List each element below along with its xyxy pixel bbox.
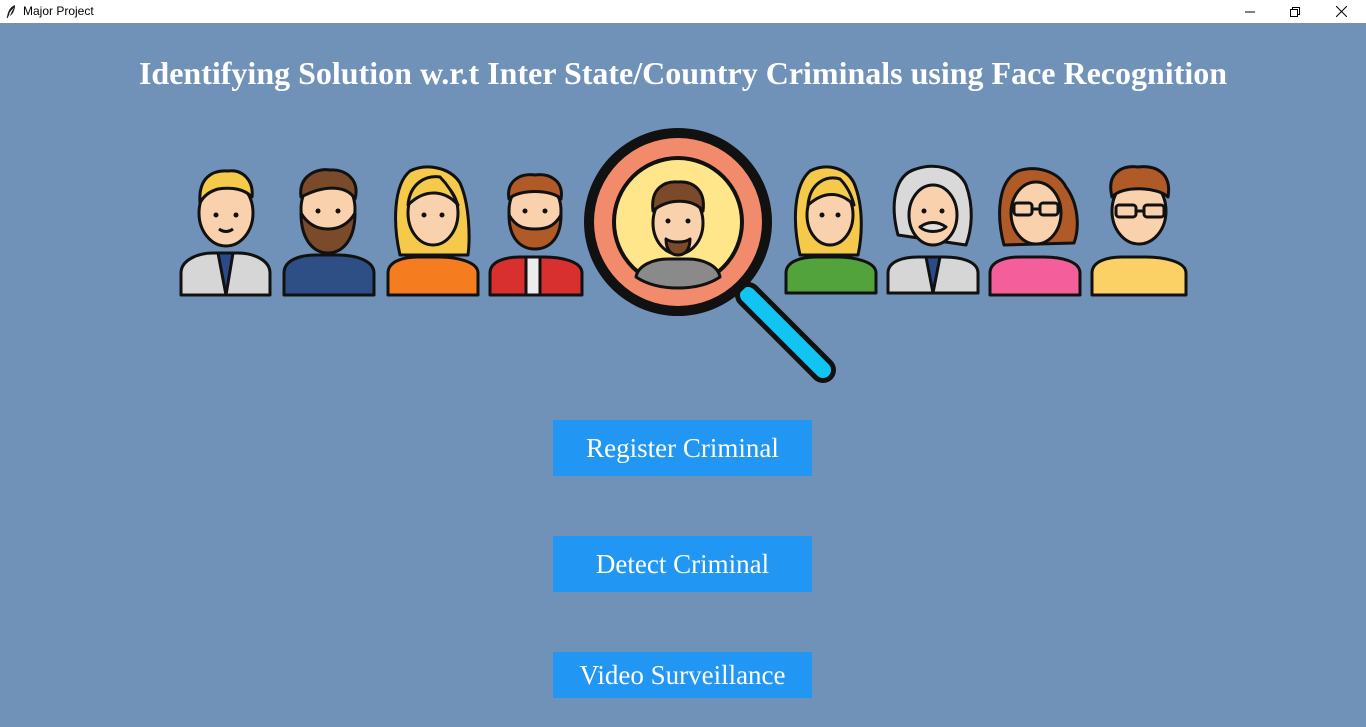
- video-surveillance-button[interactable]: Video Surveillance: [553, 652, 812, 698]
- window-title: Major Project: [23, 4, 94, 18]
- person-avatar-icon: [886, 164, 980, 295]
- maximize-button[interactable]: [1272, 0, 1318, 23]
- window-titlebar: Major Project: [0, 0, 1366, 23]
- close-icon: [1335, 6, 1347, 17]
- person-avatar-icon: [988, 167, 1082, 297]
- close-button[interactable]: [1318, 0, 1364, 23]
- register-criminal-button[interactable]: Register Criminal: [553, 420, 812, 476]
- feather-icon: [5, 4, 17, 19]
- person-avatar-icon: [784, 165, 878, 295]
- person-avatar-icon: [179, 169, 272, 297]
- magnifying-glass-icon: [584, 128, 836, 383]
- restore-icon: [1290, 6, 1300, 17]
- person-avatar-icon: [282, 168, 376, 297]
- person-avatar-icon: [488, 173, 584, 297]
- face-recognition-banner: [178, 125, 1190, 390]
- minimize-icon: [1245, 7, 1255, 17]
- person-avatar-icon: [1090, 165, 1188, 297]
- minimize-button[interactable]: [1227, 0, 1273, 23]
- person-avatar-icon: [386, 165, 480, 297]
- banner-illustration: [179, 128, 1188, 383]
- page-title: Identifying Solution w.r.t Inter State/C…: [138, 55, 1228, 91]
- detect-criminal-button[interactable]: Detect Criminal: [553, 536, 812, 592]
